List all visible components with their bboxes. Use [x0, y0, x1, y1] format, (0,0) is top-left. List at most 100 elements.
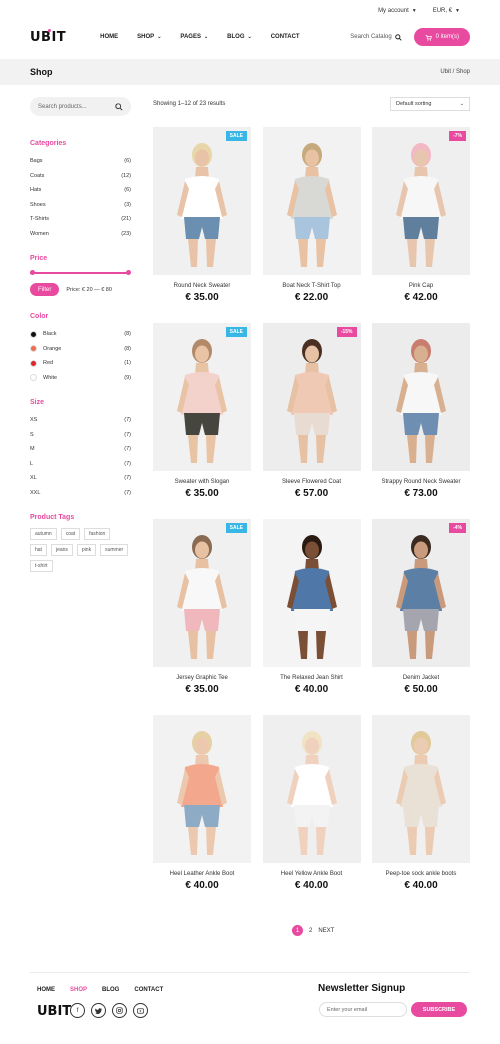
filter-item-women[interactable]: Women (23)	[30, 227, 131, 242]
footer-nav-blog[interactable]: BLOG	[102, 987, 119, 993]
tag-t-shirt[interactable]: t-shirt	[30, 560, 53, 572]
search-catalog[interactable]: Search Catalog	[350, 33, 402, 41]
tag-summer[interactable]: summer	[100, 544, 129, 556]
newsletter-email-input[interactable]: Enter your email	[319, 1002, 407, 1017]
product-card[interactable]: Heel Leather Ankle Boot € 40.00	[153, 715, 251, 891]
currency-selector[interactable]: EUR, € ▼	[433, 8, 460, 14]
product-card[interactable]: SALE Jersey Graphic Tee € 35.00	[153, 519, 251, 695]
filter-item-coats[interactable]: Coats (12)	[30, 169, 131, 184]
product-name[interactable]: The Relaxed Jean Shirt	[263, 675, 361, 681]
nav-item-blog[interactable]: BLOG ⌄	[227, 34, 252, 40]
product-card[interactable]: -4% Denim Jacket € 50.00	[372, 519, 470, 695]
product-price: € 42.00	[404, 292, 438, 303]
filter-item-hats[interactable]: Hats (6)	[30, 183, 131, 198]
product-name[interactable]: Pink Cap	[372, 283, 470, 289]
tag-jeans[interactable]: jeans	[50, 544, 73, 556]
tag-coat[interactable]: coat	[60, 528, 81, 540]
price-min-handle[interactable]	[30, 270, 35, 275]
filter-item-orange[interactable]: Orange (8)	[30, 342, 131, 357]
tag-autumn[interactable]: autumn	[30, 528, 57, 540]
filter-item-s[interactable]: S (7)	[30, 428, 131, 443]
product-image[interactable]	[372, 715, 470, 863]
nav-item-contact[interactable]: CONTACT	[271, 34, 300, 40]
chevron-down-icon: ⌄	[459, 101, 464, 107]
product-name[interactable]: Heel Leather Ankle Boot	[153, 871, 251, 877]
filter-item-t-shirts[interactable]: T-Shirts (21)	[30, 212, 131, 227]
sale-badge: SALE	[225, 327, 247, 337]
filter-item-xl[interactable]: XL (7)	[30, 471, 131, 486]
product-image[interactable]	[262, 127, 361, 275]
cart-button[interactable]: 0 item(s)	[413, 28, 470, 46]
filter-item-xxl[interactable]: XXL (7)	[30, 486, 131, 501]
product-image[interactable]: SALE	[153, 323, 251, 471]
sort-select[interactable]: Default sorting ⌄	[390, 97, 470, 111]
product-card[interactable]: -7% Pink Cap € 42.00	[372, 127, 470, 303]
twitter-icon[interactable]	[91, 1003, 106, 1018]
product-search-input[interactable]: Search products...	[30, 97, 131, 116]
product-name[interactable]: Sleeve Flowered Coat	[263, 479, 361, 485]
product-name[interactable]: Strappy Round Neck Sweater	[372, 479, 470, 485]
tag-list: autumn coat fashion hat jeans pink summer t-shi…	[30, 528, 131, 572]
product-name[interactable]: Peep-toe sock ankle boots	[372, 871, 470, 877]
product-card[interactable]: SALE Sweater with Slogan € 35.00	[153, 323, 251, 499]
filter-item-white[interactable]: White (9)	[30, 371, 131, 386]
facebook-icon[interactable]: f	[70, 1003, 85, 1018]
product-image[interactable]	[262, 519, 361, 667]
footer-nav-contact[interactable]: CONTACT	[134, 987, 163, 993]
product-price: € 35.00	[185, 684, 219, 695]
footer-logo[interactable]: UBIT	[37, 1004, 71, 1019]
tag-hat[interactable]: hat	[30, 544, 47, 556]
footer-nav-shop[interactable]: SHOP	[70, 987, 87, 993]
model-figure	[286, 339, 337, 463]
product-image[interactable]	[262, 715, 361, 863]
nav-item-shop[interactable]: SHOP ⌄	[137, 34, 161, 40]
product-image[interactable]: -4%	[372, 519, 470, 667]
product-card[interactable]: SALE Round Neck Sweater € 35.00	[153, 127, 251, 303]
product-card[interactable]: -15% Sleeve Flowered Coat € 57.00	[262, 323, 361, 499]
filter-item-bags[interactable]: Bags (6)	[30, 154, 131, 169]
my-account-menu[interactable]: My account ▼	[378, 8, 417, 14]
price-slider[interactable]	[30, 269, 131, 277]
filter-item-m[interactable]: M (7)	[30, 442, 131, 457]
product-image[interactable]	[372, 323, 470, 471]
product-image[interactable]: -7%	[372, 127, 470, 275]
youtube-icon[interactable]	[133, 1003, 148, 1018]
product-card[interactable]: Peep-toe sock ankle boots € 40.00	[372, 715, 470, 891]
product-name[interactable]: Boat Neck T-Shirt Top	[263, 283, 361, 289]
price-max-handle[interactable]	[126, 270, 131, 275]
product-card[interactable]: The Relaxed Jean Shirt € 40.00	[262, 519, 361, 695]
tag-fashion[interactable]: fashion	[84, 528, 111, 540]
product-image[interactable]: SALE	[153, 519, 251, 667]
product-name[interactable]: Sweater with Slogan	[153, 479, 251, 485]
site-logo[interactable]: UBIT	[30, 28, 66, 45]
product-image[interactable]: -15%	[262, 323, 361, 471]
footer-nav-home[interactable]: HOME	[37, 987, 55, 993]
filter-item-l[interactable]: L (7)	[30, 457, 131, 472]
filter-item-black[interactable]: Black (8)	[30, 327, 131, 342]
product-card[interactable]: Heel Yellow Ankle Boot € 40.00	[262, 715, 361, 891]
product-image[interactable]: SALE	[153, 127, 251, 275]
filter-button[interactable]: Filter	[30, 283, 60, 296]
item-count: (7)	[124, 460, 131, 467]
product-name[interactable]: Heel Yellow Ankle Boot	[263, 871, 361, 877]
product-name[interactable]: Denim Jacket	[372, 675, 470, 681]
subscribe-button[interactable]: SUBSCRIBE	[411, 1002, 467, 1017]
product-name[interactable]: Round Neck Sweater	[153, 283, 251, 289]
next-page-button[interactable]: NEXT	[318, 928, 334, 934]
nav-item-pages[interactable]: PAGES ⌄	[180, 34, 208, 40]
main-nav: HOME SHOP ⌄ PAGES ⌄ BLOG ⌄ CONTACT	[100, 34, 299, 40]
nav-item-home[interactable]: HOME	[100, 34, 118, 40]
product-card[interactable]: Boat Neck T-Shirt Top € 22.00	[262, 127, 361, 303]
product-card[interactable]: Strappy Round Neck Sweater € 73.00	[372, 323, 470, 499]
product-image[interactable]	[153, 715, 251, 863]
tag-pink[interactable]: pink	[76, 544, 97, 556]
filter-item-shoes[interactable]: Shoes (3)	[30, 198, 131, 213]
item-count: (23)	[121, 230, 131, 237]
page-2-button[interactable]: 2	[309, 928, 312, 934]
page-1-button[interactable]: 1	[292, 925, 303, 936]
filter-item-xs[interactable]: XS (7)	[30, 413, 131, 428]
instagram-icon[interactable]	[112, 1003, 127, 1018]
search-icon[interactable]	[115, 102, 123, 111]
filter-item-red[interactable]: Red (1)	[30, 356, 131, 371]
product-name[interactable]: Jersey Graphic Tee	[153, 675, 251, 681]
